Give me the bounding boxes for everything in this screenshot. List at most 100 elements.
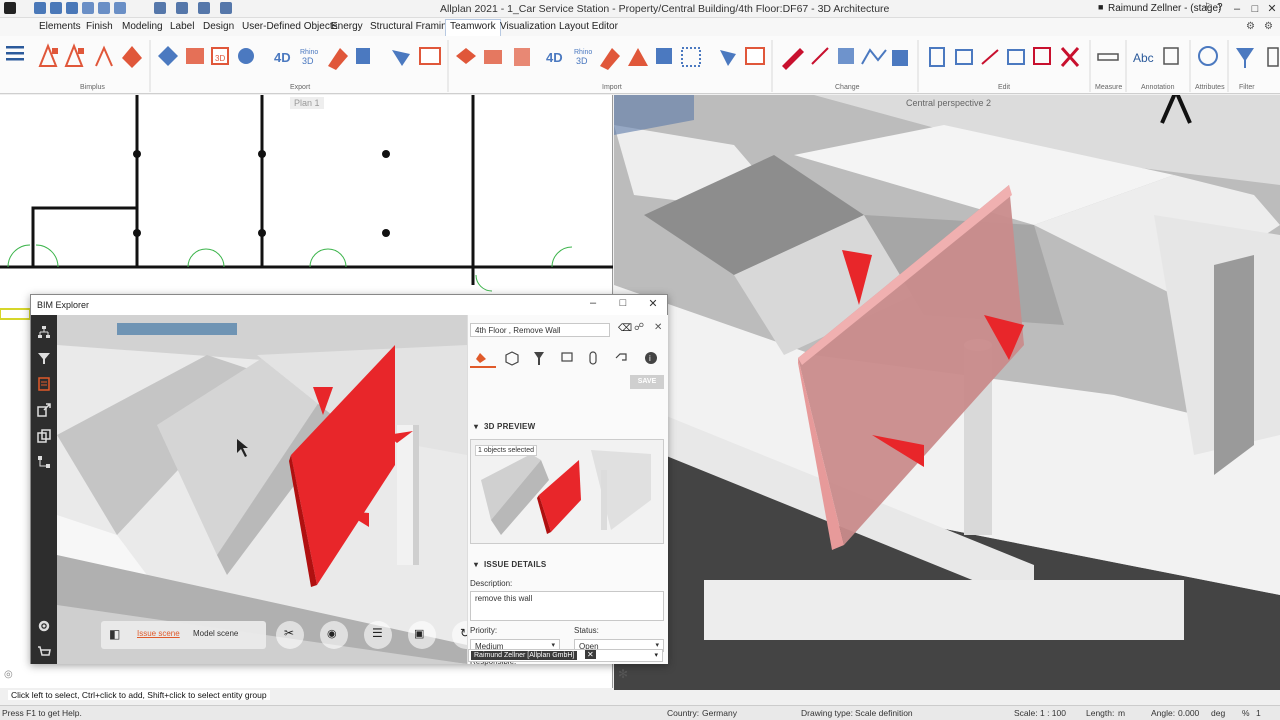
edit-mirror-icon[interactable] — [955, 49, 973, 65]
tab-filter-icon[interactable] — [534, 352, 544, 365]
export-objects-icon[interactable] — [158, 46, 178, 66]
edit-rotate-icon[interactable] — [981, 49, 999, 65]
help-icon[interactable]: ? — [1217, 2, 1223, 13]
preview-section-toggle[interactable]: ▾ — [474, 422, 478, 431]
panel-close-icon[interactable]: ✕ — [654, 322, 662, 333]
bim-3d-viewer[interactable]: ◧ Issue scene Model scene ✂ ◉ ☰ ▣ ↻ — [57, 315, 467, 664]
country-value[interactable]: Germany — [702, 708, 737, 718]
export-rhino-icon[interactable]: Rhino3D — [300, 49, 318, 66]
attributes-icon[interactable] — [1198, 46, 1218, 66]
scale-value[interactable]: 1 : 100 — [1040, 708, 1066, 718]
remove-chip-icon[interactable]: ✕ — [585, 650, 596, 659]
edit-scale-icon[interactable] — [1033, 47, 1051, 65]
issues-icon[interactable] — [37, 377, 51, 391]
options-gear-icon[interactable]: ⚙ — [1264, 21, 1273, 32]
tab-energy[interactable]: Energy — [327, 20, 367, 33]
export-icon[interactable] — [37, 403, 51, 417]
import-image-icon[interactable] — [656, 48, 672, 64]
filter-icon[interactable] — [1236, 48, 1254, 68]
change-move-icon[interactable] — [838, 48, 854, 64]
annotation-list-icon[interactable] — [1163, 47, 1179, 65]
details-section-toggle[interactable]: ▾ — [474, 560, 478, 569]
link-icon[interactable]: ☍ — [634, 322, 644, 333]
render-icon[interactable]: ✻ — [618, 667, 628, 681]
export-grid-icon[interactable] — [356, 48, 370, 64]
import-rhino-icon[interactable]: Rhino3D — [574, 49, 592, 66]
change-box-icon[interactable] — [745, 47, 765, 65]
tab-modeling[interactable]: Modeling — [118, 20, 167, 33]
description-field[interactable]: remove this wall — [470, 591, 664, 621]
import-ifc-icon[interactable] — [419, 47, 441, 65]
measure-ruler-icon[interactable] — [1097, 53, 1119, 61]
settings-gear-icon[interactable]: ⚙ — [1246, 21, 1255, 32]
edit-stretch-icon[interactable] — [1007, 49, 1025, 65]
bimplus-explorer-icon[interactable] — [122, 46, 142, 68]
tab-design[interactable]: Design — [199, 20, 238, 33]
quick-access-new-icon[interactable] — [34, 2, 46, 14]
bim-minimize-button[interactable]: – — [582, 297, 604, 313]
layers-button[interactable]: ☰ — [364, 621, 392, 649]
import-stl-icon[interactable] — [600, 48, 620, 70]
camera-button[interactable]: ▣ — [408, 621, 436, 649]
edit-delete-icon[interactable] — [1060, 47, 1080, 67]
import-4d-icon[interactable]: 4D — [546, 50, 563, 65]
bim-explorer-window[interactable]: BIM Explorer – □ ✕ ◧ Issue scene Model s… — [30, 294, 668, 666]
cart-icon[interactable]: ⚐ — [1204, 2, 1213, 13]
change-line-icon[interactable] — [861, 48, 887, 65]
bimplus-sync-icon[interactable] — [64, 43, 84, 67]
tab-issue-icon[interactable] — [476, 353, 486, 363]
snap-icon[interactable]: ◎ — [4, 669, 13, 680]
tab-finish[interactable]: Finish — [82, 20, 117, 33]
bimplus-upload-icon[interactable] — [38, 43, 58, 67]
bim-close-button[interactable]: ✕ — [642, 297, 664, 313]
close-button[interactable]: ✕ — [1261, 0, 1280, 18]
tab-elements[interactable]: Elements — [35, 20, 85, 33]
export-3d-icon[interactable]: 3D — [211, 47, 229, 65]
edit-copy-icon[interactable] — [929, 47, 945, 67]
settings-gear-icon[interactable] — [37, 619, 51, 633]
tab-layout-editor[interactable]: Layout Editor — [555, 20, 622, 33]
import-objects-icon[interactable] — [392, 50, 410, 66]
length-value[interactable]: m — [1118, 708, 1125, 718]
export-render-icon[interactable] — [238, 48, 254, 64]
export-ifc-icon[interactable] — [186, 48, 204, 64]
issue-scene-tab[interactable]: Issue scene — [137, 629, 180, 638]
tab-link-icon[interactable] — [615, 353, 627, 361]
import-sheet-icon[interactable] — [514, 48, 530, 66]
angle-value[interactable]: 0.000 — [1178, 708, 1199, 718]
model-scene-tab[interactable]: Model scene — [193, 629, 238, 638]
quick-access-redo-icon[interactable] — [114, 2, 126, 14]
ribbon-menu-icon[interactable] — [6, 46, 24, 61]
import-triangle-icon[interactable] — [628, 48, 648, 66]
filter-icon[interactable] — [37, 351, 51, 365]
change-edit-icon[interactable] — [782, 48, 804, 70]
perspective-view[interactable]: Central perspective 2 — [614, 95, 1280, 690]
change-arrow-icon[interactable] — [811, 47, 829, 65]
export-stl-icon[interactable] — [328, 48, 348, 70]
hierarchy-icon[interactable] — [37, 325, 51, 339]
tab-label[interactable]: Label — [166, 20, 198, 33]
tab-object-icon[interactable] — [505, 351, 519, 366]
tab-attachment-icon[interactable] — [589, 351, 597, 365]
issue-title-field[interactable]: 4th Floor , Remove Wall — [470, 323, 610, 337]
tab-comment-icon[interactable] — [561, 352, 573, 362]
clipboard-icon[interactable]: ◧ — [109, 627, 120, 641]
quick-access-view-icon[interactable] — [198, 2, 210, 14]
import-model-icon[interactable] — [456, 48, 476, 64]
quick-access-layout-icon[interactable] — [154, 2, 166, 14]
bim-maximize-button[interactable]: □ — [612, 297, 634, 313]
tab-structural-framing[interactable]: Structural Framing — [366, 20, 456, 33]
angle-unit[interactable]: deg — [1211, 708, 1225, 718]
annotation-text-icon[interactable]: Abc — [1133, 51, 1154, 65]
3d-preview-box[interactable]: 1 objects selected — [470, 439, 664, 544]
quick-access-open-icon[interactable] — [50, 2, 62, 14]
quick-access-settings-icon[interactable] — [176, 2, 188, 14]
tab-visualization[interactable]: Visualization — [496, 20, 560, 33]
tab-info-icon[interactable] — [645, 352, 657, 364]
quick-access-print-icon[interactable] — [82, 2, 94, 14]
quick-access-undo-icon[interactable] — [98, 2, 110, 14]
copy-icon[interactable] — [37, 429, 51, 443]
visibility-button[interactable]: ◉ — [320, 621, 348, 649]
quick-access-save-icon[interactable] — [66, 2, 78, 14]
responsible-field[interactable]: Raimund Zellner [Allplan GmbH] ✕ ▾ — [468, 649, 663, 662]
